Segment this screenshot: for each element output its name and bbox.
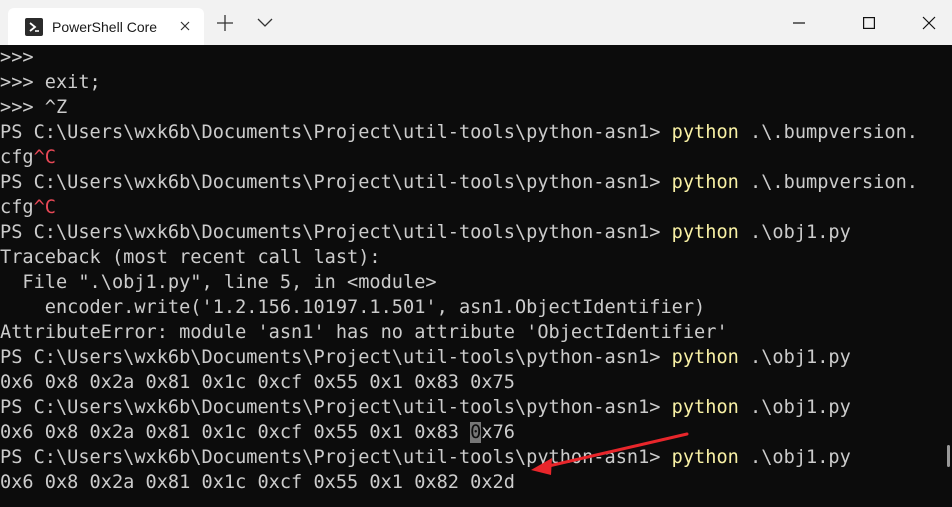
title-bar: PowerShell Core — [0, 0, 952, 45]
terminal-output[interactable]: >>> >>> exit; >>> ^Z PS C:\Users\wxk6b\Docu… — [0, 45, 952, 507]
new-tab-button[interactable] — [209, 8, 241, 38]
tab-powershell-core[interactable]: PowerShell Core — [8, 8, 204, 45]
maximize-button[interactable] — [846, 0, 892, 45]
tab-title: PowerShell Core — [52, 18, 158, 35]
tab-close-icon[interactable] — [177, 18, 193, 34]
minimize-icon — [793, 21, 805, 24]
minimize-button[interactable] — [776, 0, 822, 45]
maximize-icon — [863, 16, 875, 29]
close-icon — [922, 16, 936, 29]
chevron-down-icon — [257, 18, 273, 27]
tab-dropdown-button[interactable] — [249, 8, 281, 38]
red-arrow-annotation — [531, 432, 689, 475]
close-button[interactable] — [906, 0, 952, 45]
plus-icon — [217, 15, 233, 31]
powershell-icon — [25, 17, 43, 36]
